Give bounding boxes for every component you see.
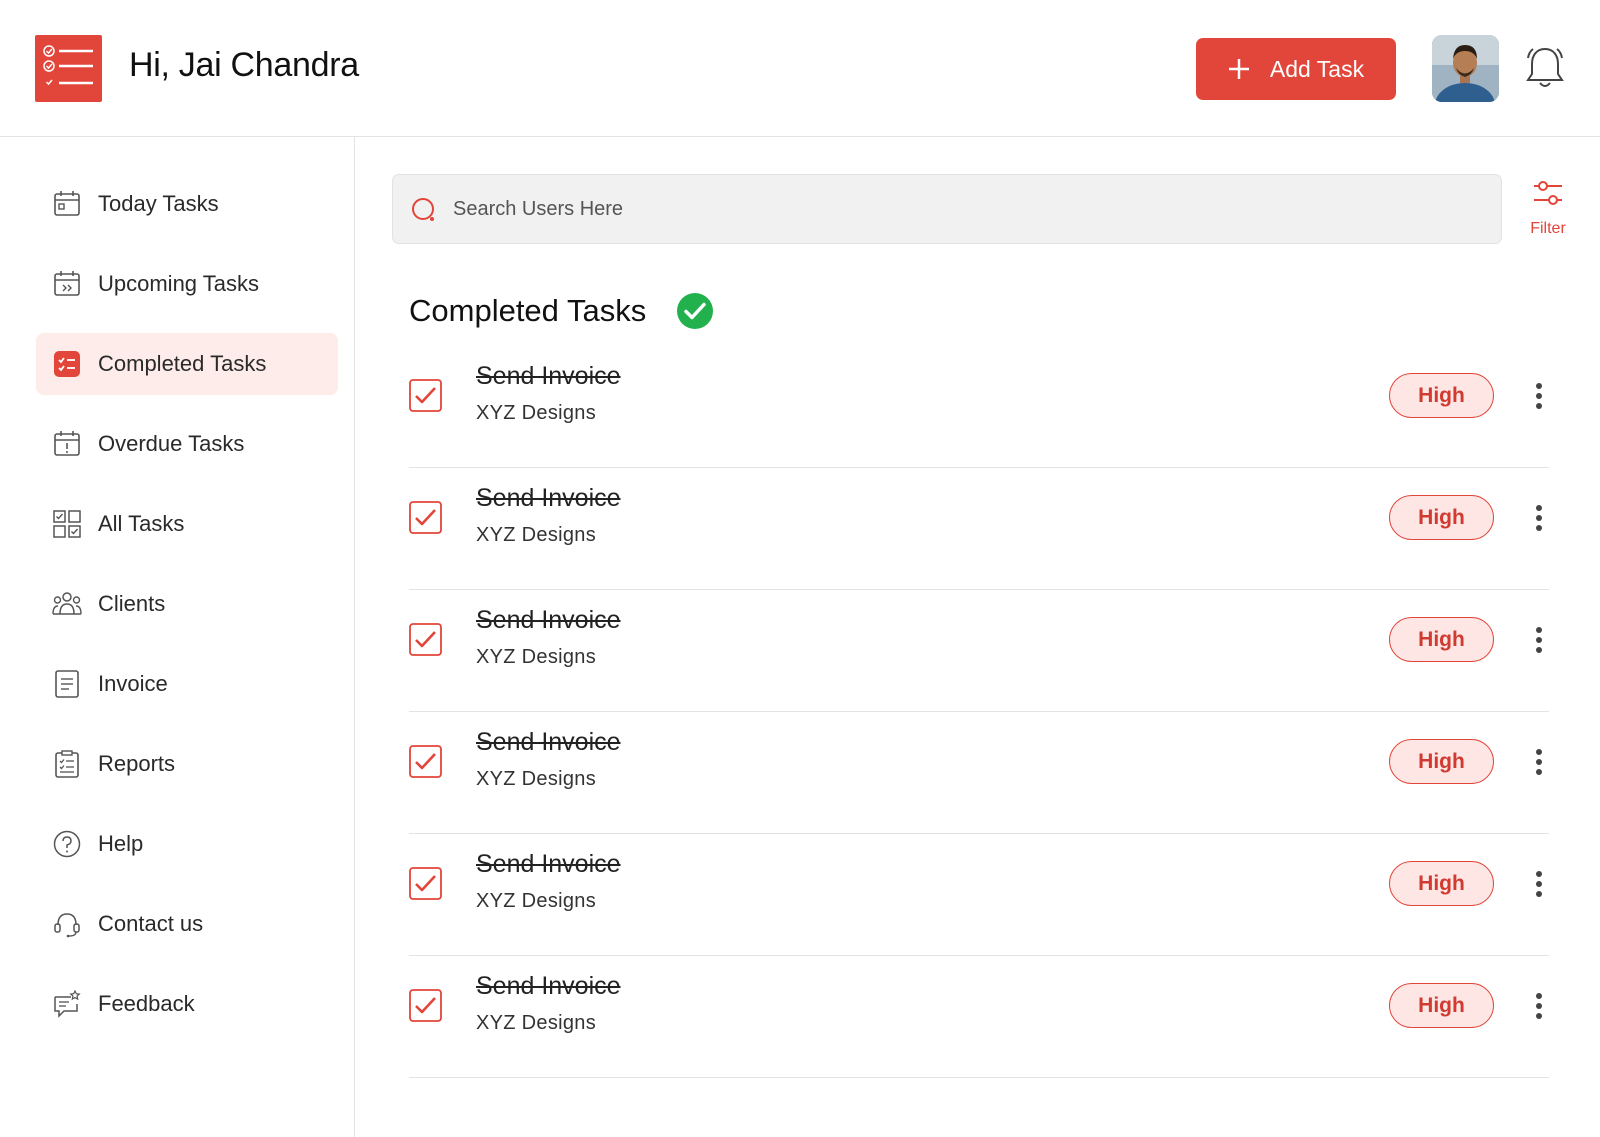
add-task-button[interactable]: Add Task: [1196, 38, 1396, 100]
more-options-icon[interactable]: [1519, 742, 1559, 782]
task-row: Send Invoice XYZ Designs High: [409, 834, 1549, 956]
sidebar-item-contact-us[interactable]: Contact us: [36, 893, 338, 955]
avatar[interactable]: [1432, 35, 1499, 102]
task-client: XYZ Designs: [476, 890, 597, 912]
sidebar-item-upcoming-tasks[interactable]: Upcoming Tasks: [36, 253, 338, 315]
sidebar-item-label: All Tasks: [98, 511, 185, 536]
task-checkbox[interactable]: [409, 623, 442, 656]
task-checkbox[interactable]: [409, 745, 442, 778]
checklist-icon: [52, 349, 82, 379]
sidebar-item-invoice[interactable]: Invoice: [36, 653, 338, 715]
task-title: Send Invoice: [476, 606, 621, 634]
sidebar-item-label: Invoice: [98, 671, 168, 696]
plus-icon: [1228, 58, 1250, 80]
task-client: XYZ Designs: [476, 646, 597, 668]
more-options-icon[interactable]: [1519, 498, 1559, 538]
sidebar-item-help[interactable]: Help: [36, 813, 338, 875]
more-options-icon[interactable]: [1519, 864, 1559, 904]
task-checkbox[interactable]: [409, 501, 442, 534]
task-checkbox[interactable]: [409, 989, 442, 1022]
notification-bell-icon[interactable]: [1524, 45, 1566, 91]
sidebar: Today Tasks Upcoming Tasks Completed Tas…: [0, 137, 355, 1137]
task-checkbox[interactable]: [409, 867, 442, 900]
task-title: Send Invoice: [476, 728, 621, 756]
more-options-icon[interactable]: [1519, 620, 1559, 660]
more-options-icon[interactable]: [1519, 986, 1559, 1026]
question-circle-icon: [52, 829, 82, 859]
check-circle-icon: [676, 292, 714, 330]
task-title: Send Invoice: [476, 850, 621, 878]
sidebar-item-reports[interactable]: Reports: [36, 733, 338, 795]
sidebar-item-label: Feedback: [98, 991, 195, 1016]
filter-sliders-icon: [1532, 178, 1564, 215]
task-checkbox[interactable]: [409, 379, 442, 412]
greeting-title: Hi, Jai Chandra: [129, 46, 359, 84]
search-icon: [411, 197, 439, 225]
search-input[interactable]: [453, 189, 1473, 229]
task-row: Send Invoice XYZ Designs High: [409, 590, 1549, 712]
add-task-label: Add Task: [1269, 55, 1365, 82]
sidebar-item-overdue-tasks[interactable]: Overdue Tasks: [36, 413, 338, 475]
priority-badge: High: [1389, 373, 1494, 418]
chat-star-icon: [52, 989, 82, 1019]
task-client: XYZ Designs: [476, 768, 597, 790]
task-client: XYZ Designs: [476, 1012, 597, 1034]
task-row: Send Invoice XYZ Designs High: [409, 346, 1549, 468]
sidebar-item-label: Help: [98, 831, 144, 856]
task-client: XYZ Designs: [476, 402, 597, 424]
priority-badge: High: [1389, 617, 1494, 662]
sidebar-item-feedback[interactable]: Feedback: [36, 973, 338, 1035]
calendar-alert-icon: [52, 429, 82, 459]
more-options-icon[interactable]: [1519, 376, 1559, 416]
priority-badge: High: [1389, 739, 1494, 784]
task-title: Send Invoice: [476, 484, 621, 512]
priority-badge: High: [1389, 861, 1494, 906]
calendar-today-icon: [52, 189, 82, 219]
people-icon: [52, 589, 82, 619]
sidebar-item-clients[interactable]: Clients: [36, 573, 338, 635]
sidebar-item-all-tasks[interactable]: All Tasks: [36, 493, 338, 555]
sidebar-item-completed-tasks[interactable]: Completed Tasks: [36, 333, 338, 395]
task-row: Send Invoice XYZ Designs High: [409, 712, 1549, 834]
filter-button[interactable]: Filter: [1522, 178, 1574, 244]
sidebar-item-label: Upcoming Tasks: [98, 271, 259, 296]
app-logo-icon: [35, 35, 102, 102]
task-row: Send Invoice XYZ Designs High: [409, 468, 1549, 590]
sidebar-item-label: Completed Tasks: [98, 351, 267, 376]
priority-badge: High: [1389, 983, 1494, 1028]
calendar-upcoming-icon: [52, 269, 82, 299]
task-client: XYZ Designs: [476, 524, 597, 546]
priority-badge: High: [1389, 495, 1494, 540]
grid-check-icon: [52, 509, 82, 539]
headset-icon: [52, 909, 82, 939]
sidebar-item-label: Clients: [98, 591, 166, 616]
page-title: Completed Tasks: [409, 293, 647, 328]
sidebar-item-today-tasks[interactable]: Today Tasks: [36, 173, 338, 235]
document-icon: [52, 669, 82, 699]
task-row: Send Invoice XYZ Designs High: [409, 956, 1549, 1078]
clipboard-icon: [52, 749, 82, 779]
search-bar: [392, 174, 1502, 244]
task-title: Send Invoice: [476, 362, 621, 390]
sidebar-item-label: Contact us: [98, 911, 204, 936]
sidebar-item-label: Overdue Tasks: [98, 431, 245, 456]
top-header: Hi, Jai Chandra Add Task: [0, 0, 1600, 137]
task-title: Send Invoice: [476, 972, 621, 1000]
sidebar-item-label: Today Tasks: [98, 191, 219, 216]
filter-label: Filter: [1530, 220, 1566, 237]
sidebar-item-label: Reports: [98, 751, 176, 776]
